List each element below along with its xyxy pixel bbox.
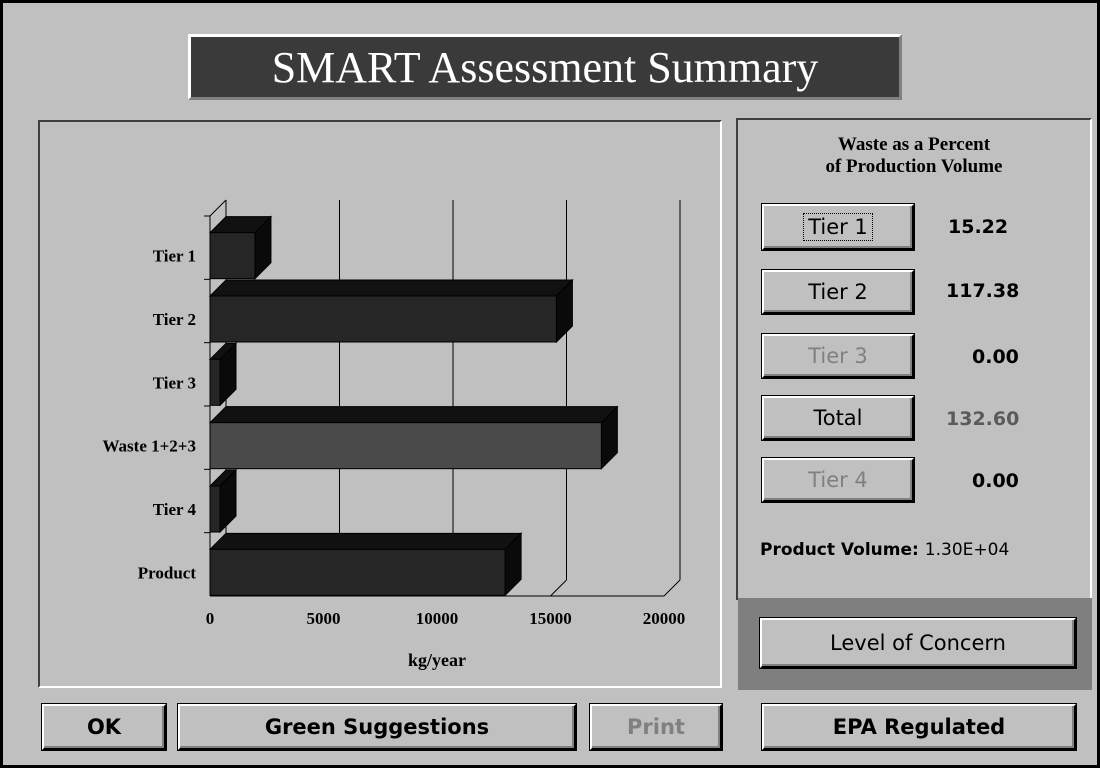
total-percent: 132.60 [946,408,1020,430]
product-volume-value: 1.30E+04 [924,540,1010,560]
green-suggestions-label: Green Suggestions [264,715,490,739]
y-tick-label: Product [138,563,197,582]
floor-gridline [663,579,681,597]
chart-panel: Tier 1 Tier 2 Tier 3 Waste 1+2+3 Tier 4 Produ… [38,120,722,688]
tier-2-percent: 117.38 [946,280,1020,302]
heading-line-2: of Production Volume [825,156,1003,177]
bar-top [208,532,523,550]
tier-4-percent: 0.00 [972,470,1019,492]
epa-regulated-button[interactable]: EPA Regulated [761,703,1077,751]
floor-gridline [550,579,567,597]
waste-percent-heading: Waste as a Percent of Production Volume [738,134,1090,178]
y-tick-label: Tier 1 [153,247,196,266]
bar-top [208,279,574,297]
y-tick-label: Waste 1+2+3 [102,437,196,456]
axis-top-edge [209,199,227,217]
bar [209,485,221,533]
y-tick-label: Tier 2 [153,310,196,329]
bar [209,295,557,343]
level-of-concern-button[interactable]: Level of Concern [759,617,1077,669]
tier-2-button-label: Tier 2 [808,280,868,304]
ok-button[interactable]: OK [41,703,167,751]
x-tick-label: 20000 [643,609,686,628]
tier-2-button[interactable]: Tier 2 [761,269,915,315]
bar-top [208,406,619,424]
bar [209,358,221,406]
bar-chart: Tier 1 Tier 2 Tier 3 Waste 1+2+3 Tier 4 Produ… [102,199,686,670]
page-title: SMART Assessment Summary [188,34,902,100]
print-button-label: Print [627,715,685,739]
x-tick-label: 10000 [416,609,459,628]
y-tick-label: Tier 3 [153,373,196,392]
x-tick-label: 5000 [307,609,341,628]
product-volume: Product Volume: 1.30E+04 [760,540,1009,560]
x-axis-title: kg/year [408,650,466,670]
product-volume-label: Product Volume: [760,540,919,560]
total-button[interactable]: Total [761,395,915,441]
bar [209,422,602,470]
tier-1-button-label: Tier 1 [803,213,873,241]
print-button[interactable]: Print [589,703,723,751]
y-tick-label: Tier 4 [153,500,197,519]
x-tick-label: 15000 [529,609,572,628]
heading-line-1: Waste as a Percent [837,134,991,155]
x-tick-label: 0 [206,609,215,628]
tier-1-button[interactable]: Tier 1 [761,203,915,251]
epa-regulated-label: EPA Regulated [832,715,1006,739]
total-button-label: Total [813,406,863,430]
tier-4-button-label: Tier 4 [808,468,868,492]
ok-button-label: OK [86,715,122,739]
green-suggestions-button[interactable]: Green Suggestions [177,703,577,751]
tier-4-button[interactable]: Tier 4 [761,457,915,503]
bar [209,232,256,280]
tier-1-percent: 15.22 [948,216,1009,238]
tier-3-button-label: Tier 3 [808,344,868,368]
tier-3-button[interactable]: Tier 3 [761,333,915,379]
tier-3-percent: 0.00 [972,346,1019,368]
level-of-concern-label: Level of Concern [830,631,1006,655]
bar [209,548,506,596]
